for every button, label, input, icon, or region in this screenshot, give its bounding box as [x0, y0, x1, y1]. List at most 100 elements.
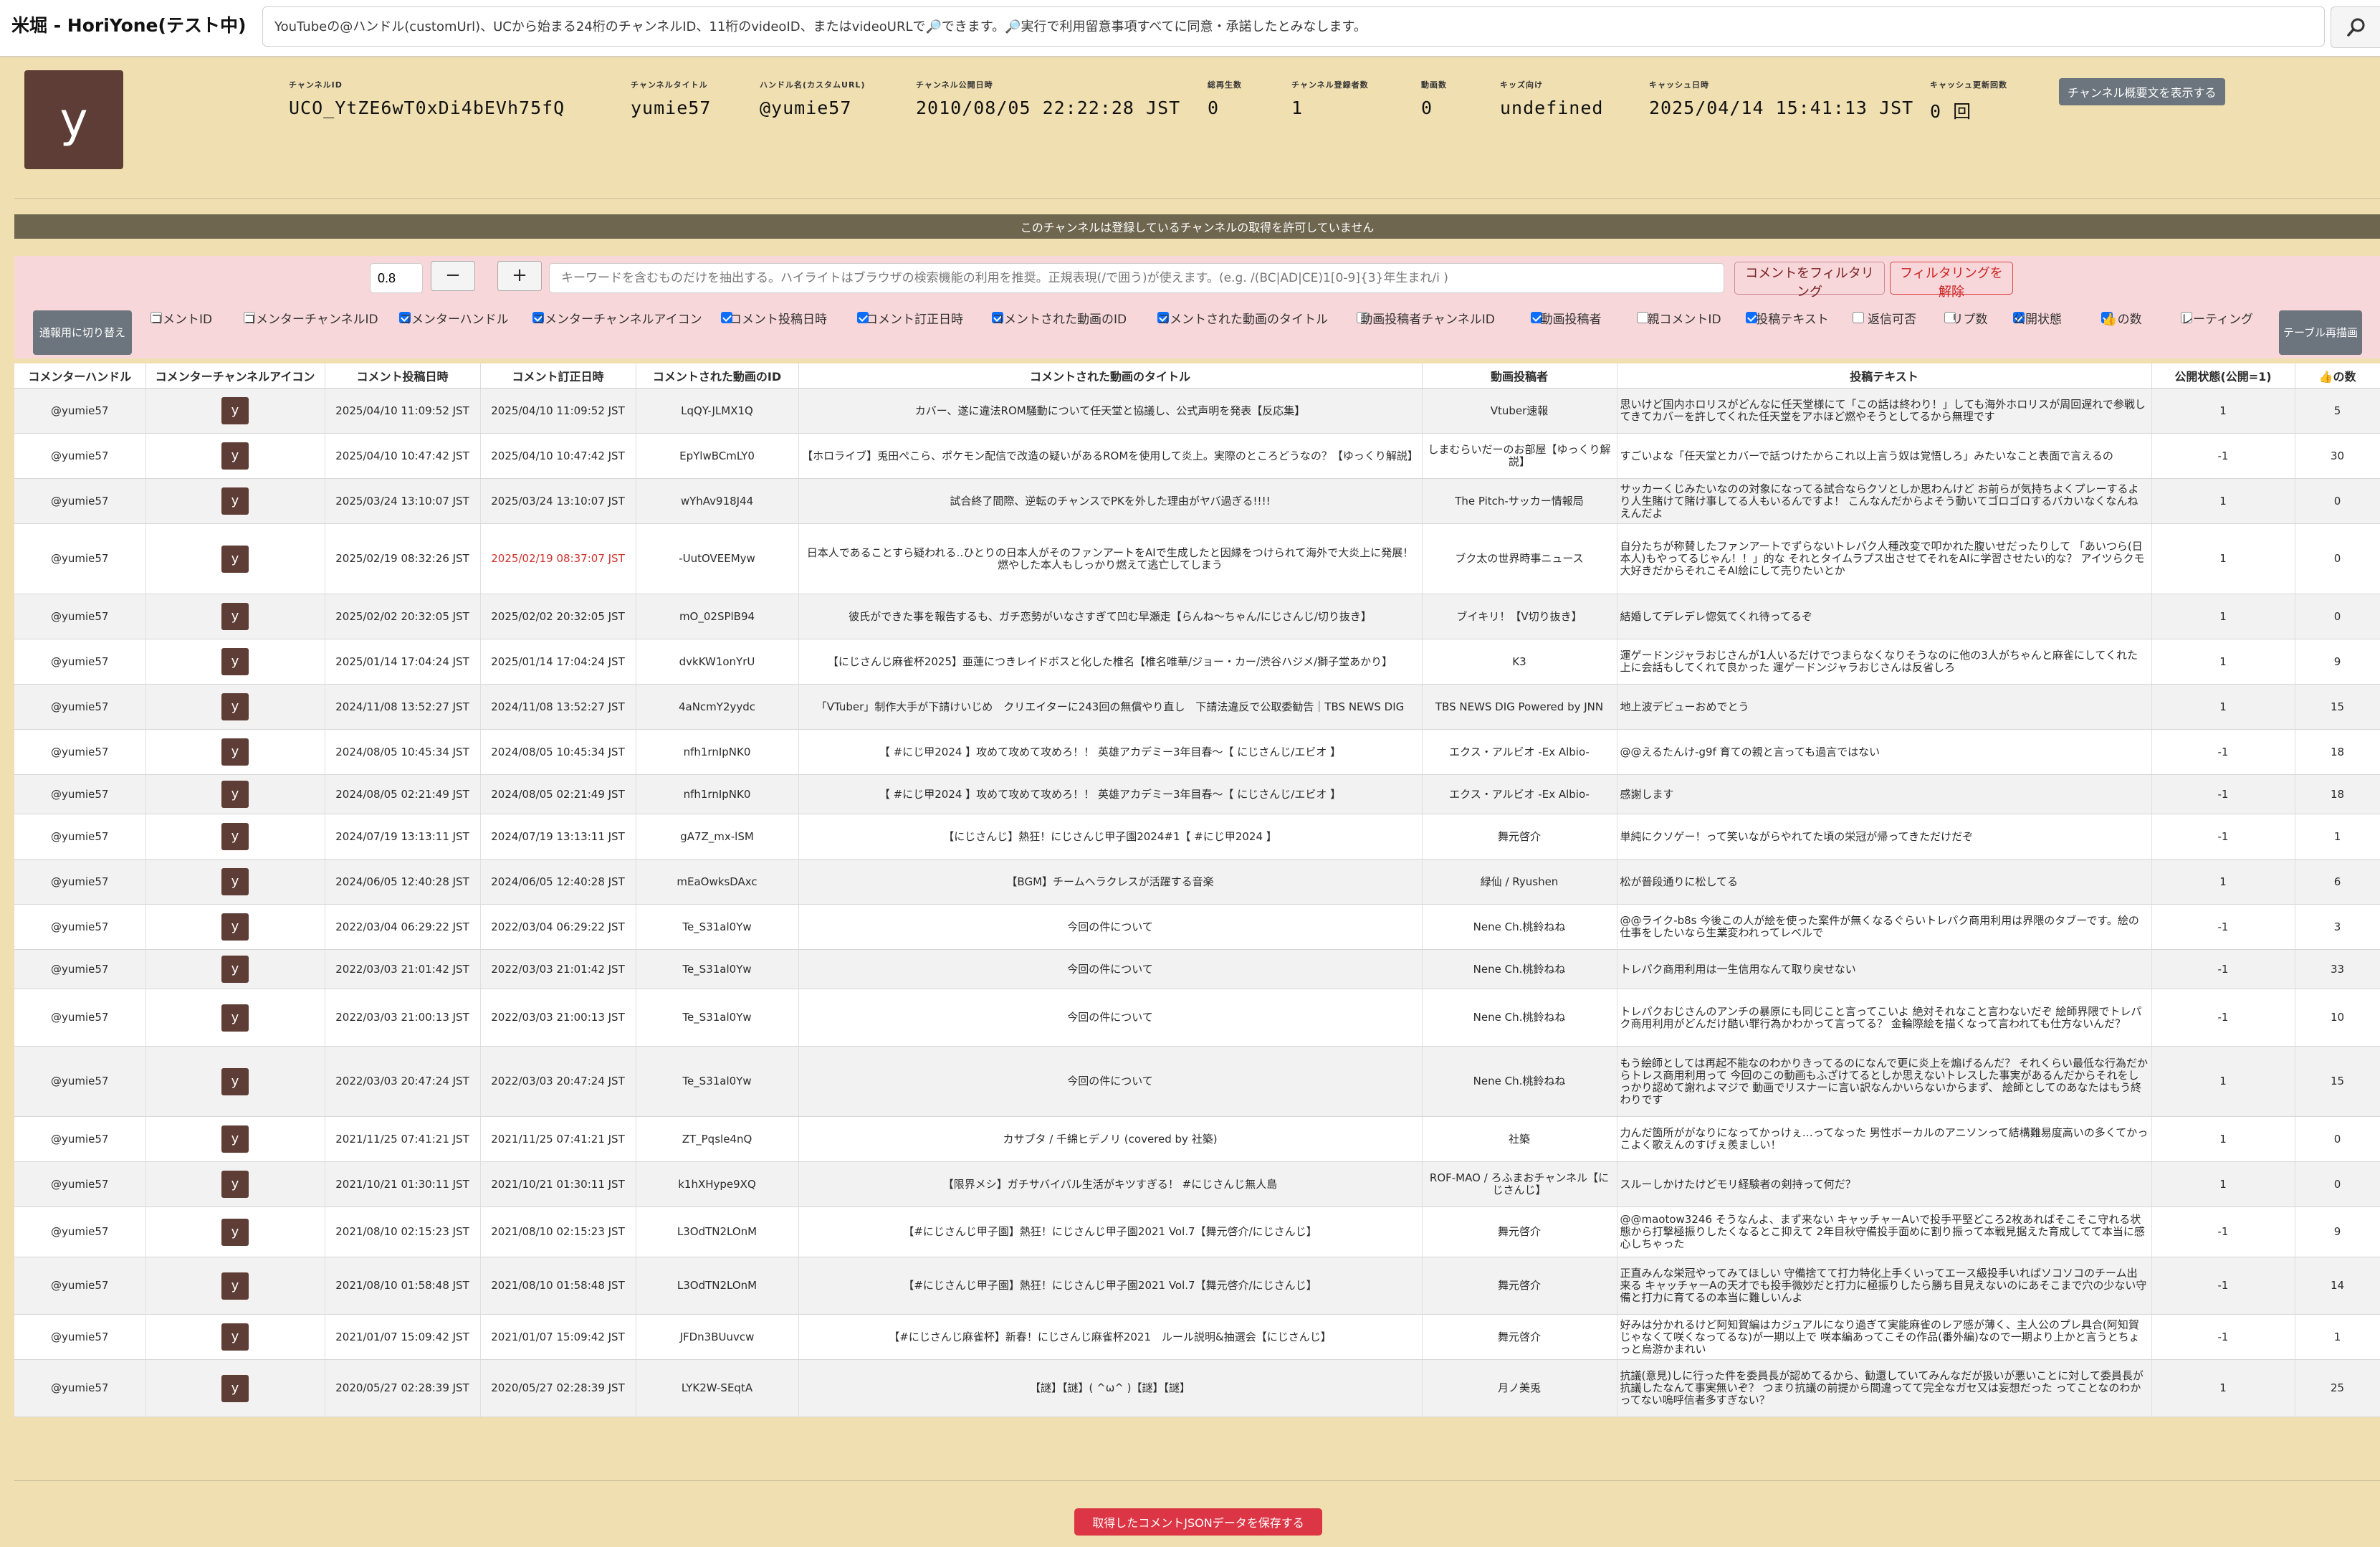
- column-option[interactable]: コメントされた動画のタイトル: [1157, 310, 1328, 353]
- like-count: 18: [2295, 774, 2380, 814]
- search-input[interactable]: [262, 6, 2325, 47]
- commenter-avatar[interactable]: y: [221, 1067, 249, 1095]
- column-option[interactable]: 返信可否: [1853, 310, 1931, 353]
- video-id: LqQY-JLMX1Q: [636, 388, 799, 434]
- like-count: 0: [2295, 1116, 2380, 1162]
- commenter-avatar[interactable]: y: [221, 397, 249, 424]
- column-header[interactable]: コメント投稿日時: [325, 363, 481, 389]
- threshold-input[interactable]: [370, 263, 423, 293]
- commenter-avatar[interactable]: y: [221, 442, 249, 470]
- video-owner: Nene Ch.桃鈴ねね: [1422, 949, 1617, 989]
- commenter-avatar[interactable]: y: [221, 487, 249, 515]
- commenter-avatar[interactable]: y: [221, 956, 249, 983]
- column-option[interactable]: リプ数: [1944, 310, 1994, 353]
- commenter-avatar[interactable]: y: [221, 1218, 249, 1246]
- column-option[interactable]: 動画投稿者チャンネルID: [1357, 310, 1499, 353]
- plus-button[interactable]: +: [497, 261, 542, 291]
- comment-text: 力んだ箇所ががなりになってかっけぇ…ってなった 男性ボーカルのアニソンって結構難…: [1617, 1116, 2152, 1162]
- column-option[interactable]: コメントされた動画のID: [992, 310, 1127, 353]
- commenter-avatar[interactable]: y: [221, 1272, 249, 1300]
- commenter-avatar[interactable]: y: [221, 781, 249, 808]
- column-option[interactable]: コメンターハンドル: [399, 310, 509, 353]
- column-header[interactable]: 👍の数: [2295, 363, 2380, 389]
- column-option[interactable]: コメント訂正日時: [857, 310, 972, 353]
- column-option[interactable]: コメントID: [150, 310, 212, 353]
- switch-report-mode-button[interactable]: 通報用に切り替え: [33, 310, 132, 355]
- column-header[interactable]: コメントされた動画のID: [636, 363, 799, 389]
- commenter-icon-cell: y: [145, 639, 325, 685]
- column-header[interactable]: コメンターハンドル: [14, 363, 146, 389]
- commenter-avatar[interactable]: y: [221, 1125, 249, 1153]
- video-title: カバー、遂に違法ROM騒動について任天堂と協議し、公式声明を発表【反応集】: [798, 388, 1423, 434]
- video-owner: TBS NEWS DIG Powered by JNN: [1422, 684, 1617, 730]
- column-header[interactable]: 動画投稿者: [1422, 363, 1617, 389]
- clear-filter-button[interactable]: フィルタリングを解除: [1890, 262, 2013, 300]
- edited-date: 2020/05/27 02:28:39 JST: [480, 1359, 636, 1417]
- column-header[interactable]: 公開状態(公開=1): [2151, 363, 2295, 389]
- app-title: 米堀 - HoriYone(テスト中): [11, 15, 247, 36]
- comment-text: 地上波デビューおめでとう: [1617, 684, 2152, 730]
- column-option[interactable]: コメント投稿日時: [721, 310, 836, 353]
- commenter-avatar[interactable]: y: [221, 823, 249, 850]
- commenter-avatar[interactable]: y: [221, 693, 249, 720]
- commenter-avatar[interactable]: y: [221, 1171, 249, 1198]
- video-id: mO_02SPlB94: [636, 594, 799, 639]
- commenter-icon-cell: y: [145, 774, 325, 814]
- meta-total-views: 総再生数 0: [1208, 80, 1242, 118]
- table-row: @yumie57 y 2021/01/07 15:09:42 JST 2021/01/…: [14, 1314, 2380, 1360]
- column-header[interactable]: 投稿テキスト: [1617, 363, 2152, 389]
- commenter-avatar[interactable]: y: [221, 648, 249, 675]
- commenter-icon-cell: y: [145, 1314, 325, 1360]
- meta-kids: キッズ向け undefined: [1500, 80, 1604, 118]
- table-row: @yumie57 y 2024/11/08 13:52:27 JST 2024/11/…: [14, 684, 2380, 730]
- column-option-label: コメントされた動画のタイトル: [1157, 313, 1328, 327]
- column-option[interactable]: 投稿テキスト: [1746, 310, 1839, 353]
- column-option[interactable]: 親コメントID: [1637, 310, 1731, 353]
- posted-date: 2024/11/08 13:52:27 JST: [325, 684, 481, 730]
- table-row: @yumie57 y 2021/08/10 01:58:48 JST 2021/08/…: [14, 1257, 2380, 1315]
- column-option[interactable]: コメンターチャンネルアイコン: [532, 310, 702, 353]
- column-header[interactable]: コメンターチャンネルアイコン: [145, 363, 325, 389]
- commenter-avatar[interactable]: y: [221, 738, 249, 766]
- commenter-avatar[interactable]: y: [221, 603, 249, 630]
- apply-filter-button[interactable]: コメントをフィルタリング: [1734, 262, 1885, 300]
- commenter-icon-cell: y: [145, 949, 325, 989]
- search-button[interactable]: [2331, 6, 2380, 48]
- column-header[interactable]: コメント訂正日時: [480, 363, 636, 389]
- column-option[interactable]: 👍の数: [2101, 310, 2143, 353]
- commenter-avatar[interactable]: y: [221, 1323, 249, 1351]
- commenter-icon-cell: y: [145, 1116, 325, 1162]
- column-header[interactable]: コメントされた動画のタイトル: [798, 363, 1423, 389]
- redraw-table-button[interactable]: テーブル再描画: [2279, 310, 2362, 355]
- column-option[interactable]: レーティング: [2181, 310, 2253, 353]
- posted-date: 2022/03/04 06:29:22 JST: [325, 904, 481, 950]
- like-count: 1: [2295, 1314, 2380, 1360]
- column-option[interactable]: 動画投稿者: [1531, 310, 1611, 353]
- keyword-filter-input[interactable]: [549, 263, 1724, 293]
- edited-date: 2022/03/03 20:47:24 JST: [480, 1046, 636, 1117]
- search-icon: [2346, 18, 2364, 37]
- column-option[interactable]: 公開状態: [2013, 310, 2062, 353]
- video-title: 【ホロライブ】兎田ぺこら、ポケモン配信で改造の疑いがあるROMを使用して炎上。実…: [798, 433, 1423, 479]
- commenter-avatar[interactable]: y: [221, 868, 249, 895]
- table-row: @yumie57 y 2025/04/10 11:09:52 JST 2025/04/…: [14, 388, 2380, 434]
- commenter-handle: @yumie57: [14, 1257, 146, 1315]
- commenter-icon-cell: y: [145, 684, 325, 730]
- video-id: Te_S31al0Yw: [636, 1046, 799, 1117]
- commenter-handle: @yumie57: [14, 478, 146, 524]
- column-option-label: レーティング: [2181, 313, 2253, 327]
- column-option[interactable]: コメンターチャンネルID: [244, 310, 378, 353]
- column-option-label: コメント投稿日時: [730, 313, 827, 327]
- table-row: @yumie57 y 2022/03/03 21:00:13 JST 2022/03/…: [14, 989, 2380, 1047]
- show-description-button[interactable]: チャンネル概要文を表示する: [2059, 78, 2225, 105]
- commenter-avatar[interactable]: y: [221, 1374, 249, 1402]
- save-json-button[interactable]: 取得したコメントJSONデータを保存する: [1074, 1508, 1322, 1536]
- table-row: @yumie57 y 2020/05/27 02:28:39 JST 2020/05/…: [14, 1359, 2380, 1417]
- commenter-avatar[interactable]: y: [221, 913, 249, 941]
- commenter-avatar[interactable]: y: [221, 545, 249, 573]
- top-bar: 米堀 - HoriYone(テスト中): [0, 0, 2380, 57]
- minus-button[interactable]: −: [431, 261, 475, 291]
- commenter-avatar[interactable]: y: [221, 1004, 249, 1032]
- edited-date: 2022/03/03 21:01:42 JST: [480, 949, 636, 989]
- video-title: 試合終了間際、逆転のチャンスでPKを外した理由がヤバ過ぎる!!!!: [798, 478, 1423, 524]
